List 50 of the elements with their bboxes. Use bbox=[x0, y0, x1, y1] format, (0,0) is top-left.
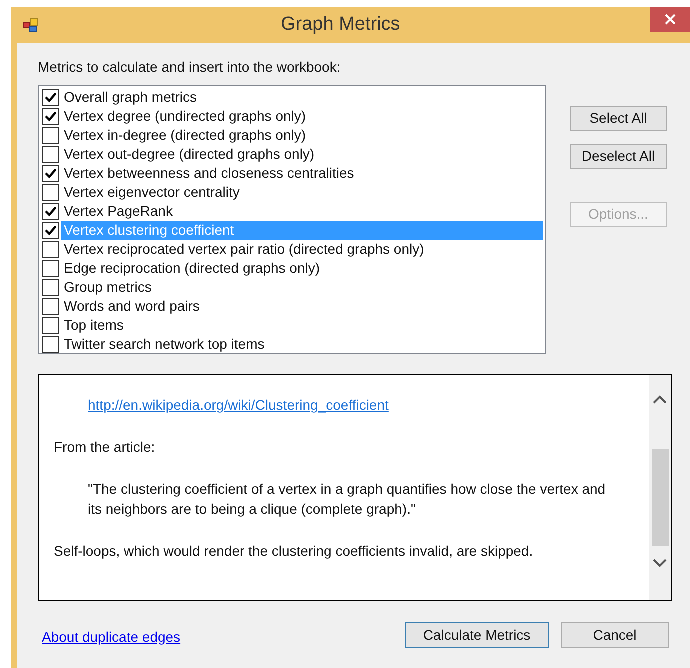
close-button[interactable] bbox=[650, 7, 690, 32]
side-button[interactable]: Deselect All bbox=[570, 144, 667, 169]
metric-item[interactable]: Vertex eigenvector centrality bbox=[61, 183, 543, 202]
metrics-label: Metrics to calculate and insert into the workbook: bbox=[38, 58, 341, 77]
scroll-down-icon[interactable] bbox=[653, 559, 667, 568]
checkbox[interactable] bbox=[42, 89, 59, 106]
checkmark-icon bbox=[44, 168, 56, 179]
app-icon bbox=[23, 17, 39, 33]
metric-item[interactable]: Vertex betweenness and closeness centralities bbox=[61, 164, 543, 183]
checkbox[interactable] bbox=[42, 108, 59, 125]
checkbox[interactable] bbox=[42, 222, 59, 239]
metric-item[interactable]: Vertex reciprocated vertex pair ratio (directed graphs only) bbox=[61, 240, 543, 259]
close-icon bbox=[664, 14, 676, 25]
scroll-thumb[interactable] bbox=[652, 449, 668, 546]
checkbox[interactable] bbox=[42, 184, 59, 201]
checkbox[interactable] bbox=[42, 317, 59, 334]
description-text: From the article: bbox=[54, 438, 156, 457]
window-title: Graph Metrics bbox=[281, 12, 400, 37]
article-quote: "The clustering coefficient of a vertex in a graph quantifies how close the vertex and its neighbors are to being a clique (complete graph)." bbox=[88, 480, 607, 519]
metric-item[interactable]: Top items bbox=[61, 316, 543, 335]
checkbox[interactable] bbox=[42, 241, 59, 258]
metric-item[interactable]: Vertex degree (undirected graphs only) bbox=[61, 107, 543, 126]
checkbox[interactable] bbox=[42, 165, 59, 182]
side-button[interactable]: Select All bbox=[570, 106, 667, 131]
checkbox[interactable] bbox=[42, 298, 59, 315]
checkbox[interactable] bbox=[42, 127, 59, 144]
metric-item[interactable]: Words and word pairs bbox=[61, 297, 543, 316]
metric-item[interactable]: Group metrics bbox=[61, 278, 543, 297]
metric-item[interactable]: Vertex in-degree (directed graphs only) bbox=[61, 126, 543, 145]
checkbox[interactable] bbox=[42, 146, 59, 163]
metric-item[interactable]: Overall graph metrics bbox=[61, 88, 543, 107]
article-link[interactable]: http://en.wikipedia.org/wiki/Clustering_coefficient bbox=[88, 395, 389, 415]
dialog-button[interactable]: Calculate Metrics bbox=[405, 622, 549, 648]
dialog-button[interactable]: Cancel bbox=[561, 622, 669, 648]
description-text: Self-loops, which would render the clustering coefficients invalid, are skipped. bbox=[54, 542, 534, 561]
checkmark-icon bbox=[44, 111, 56, 122]
checkbox[interactable] bbox=[42, 203, 59, 220]
checkmark-icon bbox=[44, 92, 56, 103]
metric-item[interactable]: Twitter search network top items bbox=[61, 335, 543, 354]
checkbox[interactable] bbox=[42, 260, 59, 277]
metric-item[interactable]: Edge reciprocation (directed graphs only) bbox=[61, 259, 543, 278]
metric-item[interactable]: Vertex PageRank bbox=[61, 202, 543, 221]
about-duplicate-edges-link[interactable]: About duplicate edges bbox=[42, 627, 181, 648]
scroll-up-icon[interactable] bbox=[653, 395, 667, 404]
checkmark-icon bbox=[44, 225, 56, 236]
checkbox[interactable] bbox=[42, 336, 59, 353]
scrollbar[interactable] bbox=[649, 375, 671, 600]
metric-item[interactable]: Vertex out-degree (directed graphs only) bbox=[61, 145, 543, 164]
checkbox[interactable] bbox=[42, 279, 59, 296]
checkmark-icon bbox=[44, 206, 56, 217]
